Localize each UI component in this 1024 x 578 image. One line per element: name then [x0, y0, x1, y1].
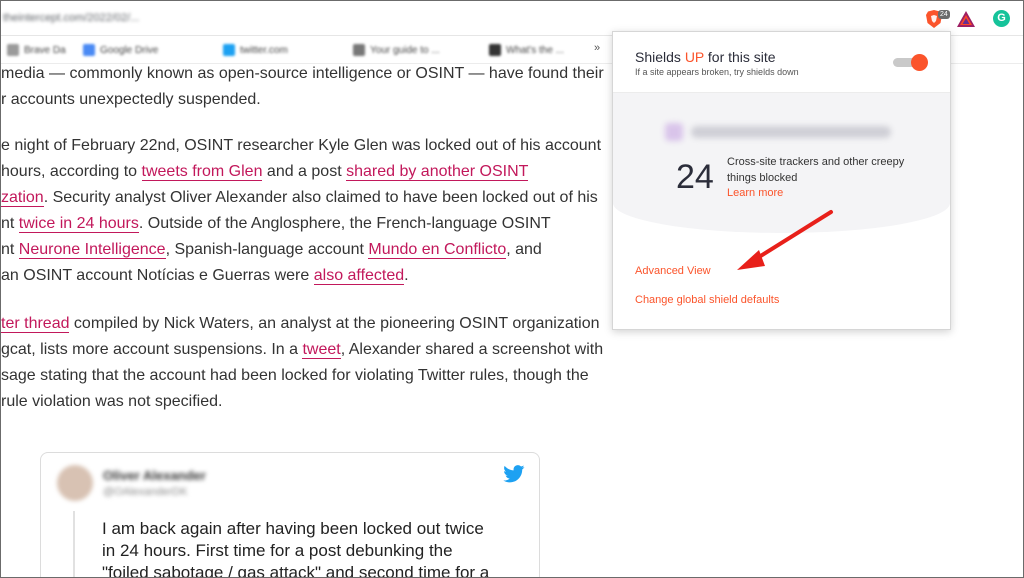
article-text: an OSINT account Notícias e Guerras were [1, 267, 314, 284]
tweet-text-line: in 24 hours. First time for a post debun… [102, 541, 453, 560]
tweet-author-name[interactable]: Oliver Alexander [103, 468, 206, 483]
blocked-description: Cross-site trackers and other creepy thi… [727, 156, 905, 184]
article-line: media — commonly known as open-source in… [1, 65, 604, 83]
shields-panel: Shields UP for this site If a site appea… [612, 31, 951, 330]
bookmark-item[interactable]: Brave Da [7, 43, 66, 57]
avatar[interactable] [57, 465, 93, 501]
article-text: nt [1, 241, 19, 258]
annotation-arrow-icon [737, 210, 833, 270]
article-line: gcat, lists more account suspensions. In… [1, 341, 603, 359]
article-text: r accounts unexpectedly suspended. [1, 91, 261, 108]
tweet-thread-rail [73, 511, 75, 577]
tweet-text-line: "foiled sabotage / gas attack" and secon… [102, 563, 490, 578]
bookmark-favicon-icon [223, 44, 235, 56]
grammarly-icon[interactable]: G [993, 10, 1010, 27]
site-name-blurred [691, 126, 891, 138]
shields-toggle[interactable] [893, 54, 928, 71]
article-line: hours, according to tweets from Glen and… [1, 163, 529, 181]
bookmark-favicon-icon [489, 44, 501, 56]
article-link[interactable]: twice in 24 hours [18, 215, 139, 233]
article-text: gcat, lists more account suspensions. In… [1, 341, 303, 358]
article-line: rule violation was not specified. [1, 393, 222, 411]
twitter-bird-icon[interactable] [503, 465, 525, 483]
article-line: sage stating that the account had been l… [1, 367, 589, 385]
tweet-author-handle[interactable]: @OAlexanderDK [103, 486, 188, 498]
shields-title-prefix: Shields [635, 49, 685, 65]
article-text: sage stating that the account had been l… [1, 367, 589, 384]
article-text: media — commonly known as open-source in… [1, 65, 604, 82]
article-text: nt [1, 215, 19, 232]
shields-header: Shields UP for this site If a site appea… [613, 32, 950, 93]
shields-title-suffix: for this site [704, 49, 776, 65]
article-text: , and [506, 241, 542, 258]
bookmark-item[interactable]: What's the ... [489, 43, 564, 57]
url-text[interactable]: theintercept.com/2022/02/... [3, 12, 139, 24]
article-line: zation. Security analyst Oliver Alexande… [1, 189, 598, 207]
article-link[interactable]: also affected [313, 267, 405, 285]
tweet-text-line: I am back again after having been locked… [102, 519, 484, 538]
brave-rewards-icon[interactable] [956, 10, 976, 28]
bookmark-item[interactable]: Google Drive [83, 43, 158, 57]
article-text: . Outside of the Anglosphere, the French… [138, 215, 551, 232]
article-link[interactable]: tweets from Glen [141, 163, 263, 181]
article-line: an OSINT account Notícias e Guerras were… [1, 267, 409, 285]
embedded-tweet[interactable]: Oliver Alexander @OAlexanderDK I am back… [40, 452, 540, 578]
browser-window: theintercept.com/2022/02/... 24 G Brave … [0, 0, 1024, 578]
article-link[interactable]: Neurone Intelligence [18, 241, 166, 259]
article-text: compiled by Nick Waters, an analyst at t… [69, 315, 600, 332]
bookmark-favicon-icon [7, 44, 19, 56]
learn-more-link[interactable]: Learn more [727, 187, 783, 199]
global-shield-defaults-link[interactable]: Change global shield defaults [635, 294, 779, 306]
article-text: hours, according to [1, 163, 142, 180]
article-link[interactable]: Mundo en Conflicto [368, 241, 507, 259]
article-link[interactable]: ter thread [1, 315, 70, 333]
bookmark-item[interactable]: Your guide to ... [353, 43, 440, 57]
shields-status: UP [684, 49, 705, 65]
article-line: nt Neurone Intelligence, Spanish-languag… [1, 241, 542, 259]
article-link[interactable]: zation [1, 189, 44, 207]
article-text: . Security analyst Oliver Alexander also… [43, 189, 598, 206]
bookmark-favicon-icon [83, 44, 95, 56]
article-link[interactable]: shared by another OSINT [346, 163, 529, 181]
toggle-knob [911, 54, 928, 71]
article-text: e night of February 22nd, OSINT research… [1, 137, 602, 154]
shields-title: Shields UP for this site [635, 49, 776, 65]
article-text: rule violation was not specified. [1, 393, 223, 410]
blocked-count: 24 [676, 158, 714, 196]
article-text: , Spanish-language account [165, 241, 369, 258]
bookmark-item[interactable]: twitter.com [223, 43, 288, 57]
article-text: , Alexander shared a screenshot with [340, 341, 604, 358]
article-line: ter thread compiled by Nick Waters, an a… [1, 315, 600, 333]
article-line: e night of February 22nd, OSINT research… [1, 137, 601, 155]
bookmark-favicon-icon [353, 44, 365, 56]
article-text: and a post [262, 163, 347, 180]
article-line: r accounts unexpectedly suspended. [1, 91, 261, 109]
article-link[interactable]: tweet [302, 341, 341, 359]
article-text: . [404, 267, 409, 284]
shields-subtitle: If a site appears broken, try shields do… [635, 67, 799, 77]
shields-badge: 24 [938, 10, 950, 19]
site-favicon-icon [665, 123, 683, 141]
article-line: nt twice in 24 hours. Outside of the Ang… [1, 215, 551, 233]
advanced-view-link[interactable]: Advanced View [635, 265, 711, 277]
bookmarks-overflow-button[interactable]: » [594, 42, 600, 54]
site-identity [665, 121, 895, 143]
